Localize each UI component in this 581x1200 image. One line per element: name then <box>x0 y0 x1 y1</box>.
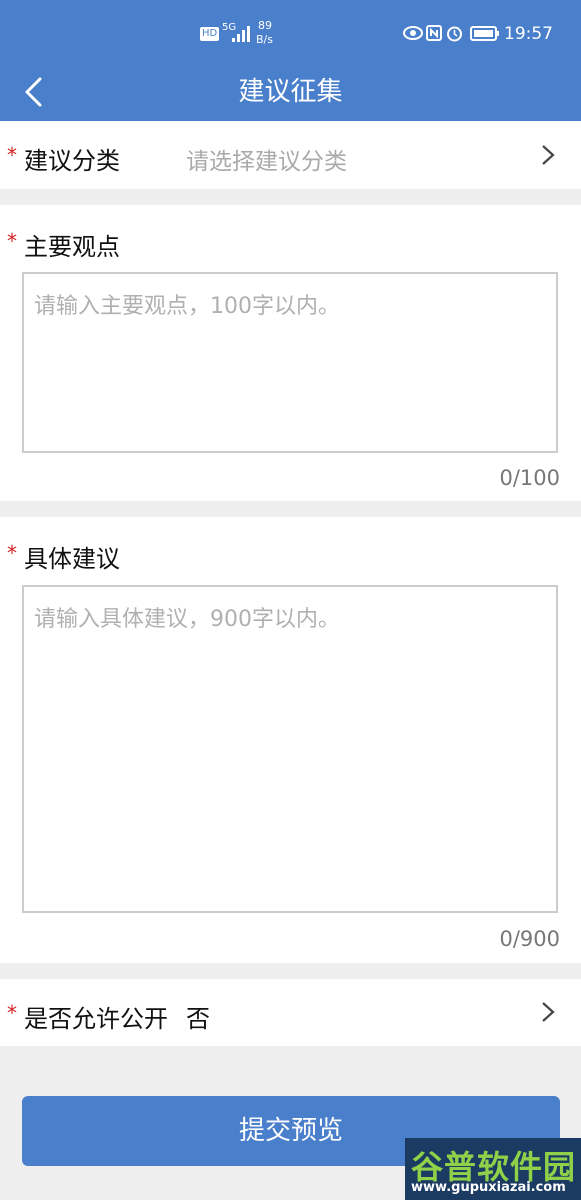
main-point-counter: 0/100 <box>499 466 560 490</box>
category-label: 建议分类 <box>24 147 120 175</box>
category-row[interactable]: * 建议分类 请选择建议分类 <box>0 121 581 189</box>
suggestion-label: 具体建议 <box>24 545 120 573</box>
suggestion-section: * 具体建议 请输入具体建议，900字以内。 0/900 <box>0 517 581 963</box>
signal-icon <box>232 26 250 42</box>
battery-icon <box>470 26 499 41</box>
clock: 19:57 <box>504 24 553 44</box>
required-mark: * <box>7 541 17 565</box>
chevron-right-icon[interactable] <box>541 144 555 166</box>
main-point-label: 主要观点 <box>24 233 120 261</box>
eye-icon <box>403 26 423 40</box>
nfc-icon <box>426 25 442 41</box>
category-placeholder[interactable]: 请选择建议分类 <box>186 142 347 176</box>
hd-badge: HD <box>200 27 220 41</box>
app-header: HD 5G 89 B/s 19:57 建议征集 <box>0 0 581 121</box>
net-speed-value: 89 <box>258 19 272 32</box>
public-value[interactable]: 否 <box>186 999 210 1034</box>
alarm-icon <box>447 26 462 42</box>
suggestion-textarea[interactable]: 请输入具体建议，900字以内。 <box>22 585 558 913</box>
watermark-url: www.gupuxiazai.com <box>411 1180 566 1195</box>
required-mark: * <box>7 1001 17 1025</box>
required-mark: * <box>7 143 17 167</box>
required-mark: * <box>7 229 17 253</box>
status-bar: HD 5G 89 B/s 19:57 <box>0 0 581 64</box>
public-label: 是否允许公开 <box>24 1005 168 1033</box>
main-point-placeholder: 请输入主要观点，100字以内。 <box>34 294 340 319</box>
net-speed-unit: B/s <box>256 33 273 46</box>
chevron-right-icon[interactable] <box>541 1001 555 1023</box>
main-point-textarea[interactable]: 请输入主要观点，100字以内。 <box>22 272 558 453</box>
watermark-logo: 谷普软件园 www.gupuxiazai.com <box>405 1138 581 1200</box>
suggestion-counter: 0/900 <box>499 927 560 951</box>
page-title: 建议征集 <box>238 77 343 107</box>
suggestion-placeholder: 请输入具体建议，900字以内。 <box>34 607 340 632</box>
public-row[interactable]: * 是否允许公开 否 <box>0 979 581 1046</box>
main-point-section: * 主要观点 请输入主要观点，100字以内。 0/100 <box>0 205 581 501</box>
nav-bar: 建议征集 <box>0 64 581 121</box>
